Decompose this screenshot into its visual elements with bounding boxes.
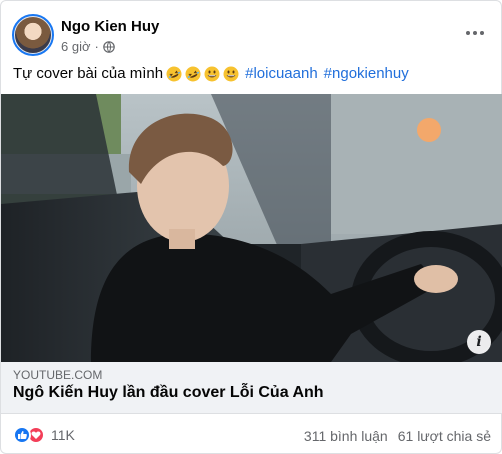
rolling-laughing-emoji-icon — [166, 66, 182, 81]
globe-icon — [103, 40, 115, 53]
post-text: Tự cover bài của mình #loicuaanh #ngokie… — [13, 65, 409, 82]
author-name[interactable]: Ngo Kien Huy — [61, 18, 159, 35]
rolling-laughing-emoji-icon — [185, 66, 201, 81]
author-avatar[interactable] — [12, 14, 54, 56]
comment-count[interactable]: 311 bình luận — [304, 428, 388, 444]
hashtag-link[interactable]: #loicuaanh — [245, 65, 318, 82]
reactions-summary[interactable]: 11K — [13, 426, 75, 444]
grinning-face-emoji-icon — [223, 66, 239, 81]
post-time[interactable]: 6 giờ — [61, 39, 91, 54]
post-meta: 6 giờ · — [61, 39, 115, 54]
engagement-stats: 311 bình luận 61 lượt chia sẻ — [304, 428, 491, 444]
share-count[interactable]: 61 lượt chia sẻ — [398, 428, 491, 444]
link-title[interactable]: Ngô Kiến Huy lần đầu cover Lỗi Của Anh — [13, 384, 324, 402]
reaction-count[interactable]: 11K — [51, 427, 75, 443]
separator-dot: · — [94, 39, 99, 54]
video-thumbnail[interactable]: i — [1, 94, 502, 362]
link-domain: YOUTUBE.COM — [13, 368, 103, 382]
info-icon[interactable]: i — [467, 330, 491, 354]
link-preview[interactable]: YOUTUBE.COM Ngô Kiến Huy lần đầu cover L… — [1, 362, 502, 414]
hashtag-link[interactable]: #ngokienhuy — [324, 65, 409, 82]
car-scene-illustration — [1, 94, 502, 362]
feed-post: Ngo Kien Huy 6 giờ · Tự cover bài của mì… — [0, 0, 502, 454]
grinning-face-emoji-icon — [204, 66, 220, 81]
like-reaction-icon — [13, 426, 31, 444]
more-options-icon[interactable] — [463, 21, 487, 45]
post-footer: 11K 311 bình luận 61 lượt chia sẻ — [1, 421, 502, 451]
post-caption: Tự cover bài của mình — [13, 65, 164, 82]
